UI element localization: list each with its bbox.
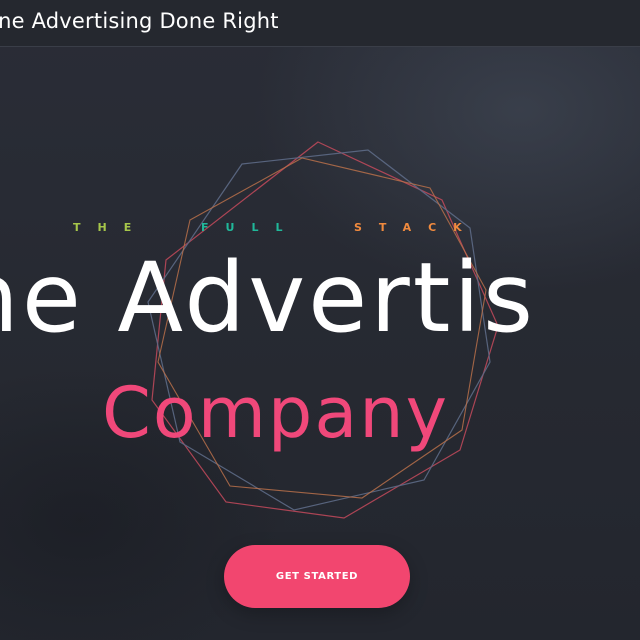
tagline-word-full: FULL [201, 221, 300, 234]
tagline-word-stack: STACK [354, 221, 479, 234]
hero-headline: ne Advertis [0, 242, 537, 354]
tagline: THE FULL STACK [0, 221, 640, 239]
get-started-button[interactable]: GET STARTED [224, 545, 410, 608]
hero-subline: Company [102, 372, 450, 454]
site-title[interactable]: line Advertising Done Right [0, 9, 279, 33]
page: line Advertising Done Right THE FULL STA… [0, 0, 640, 640]
tagline-word-the: THE [73, 221, 149, 234]
top-bar: line Advertising Done Right [0, 0, 640, 47]
